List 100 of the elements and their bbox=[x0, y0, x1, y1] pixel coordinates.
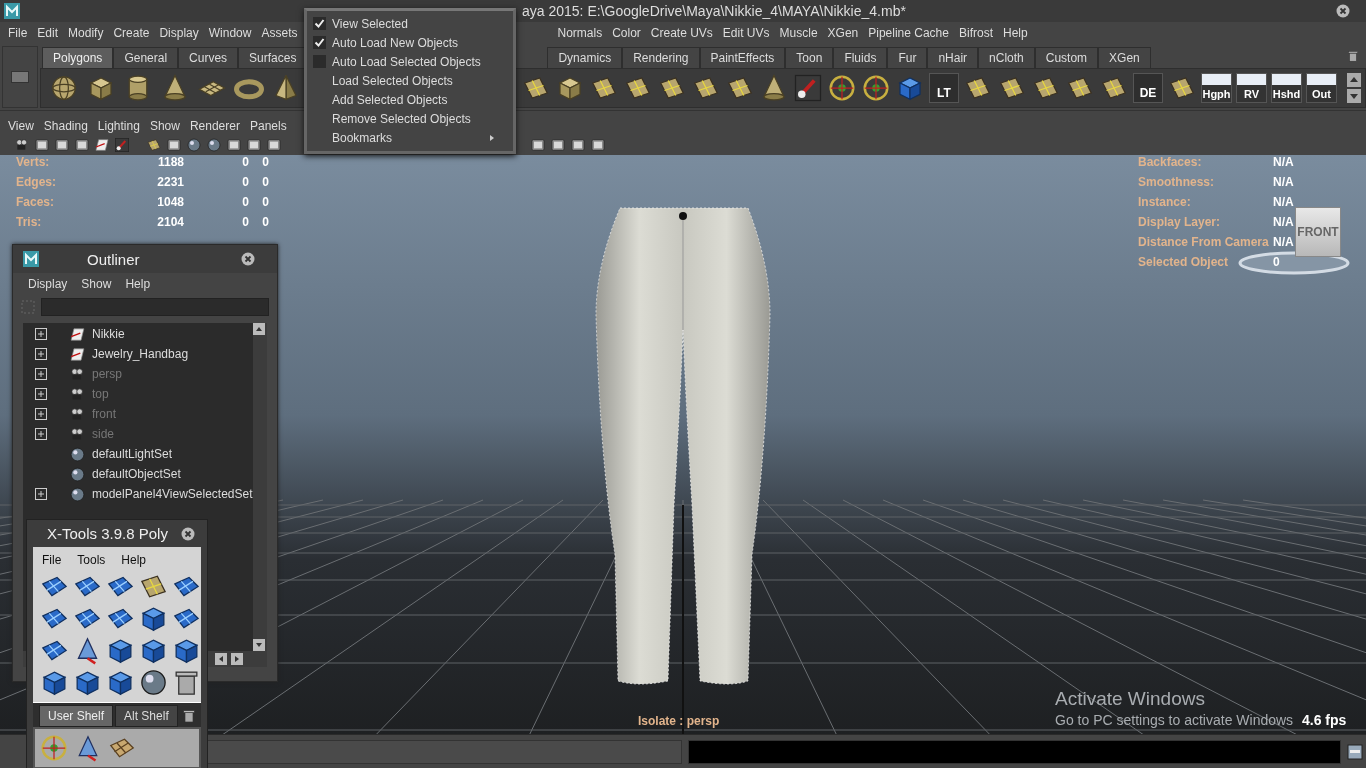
menu-item[interactable]: Tools bbox=[77, 553, 106, 567]
menu-item[interactable]: Help bbox=[121, 553, 147, 567]
menu-item[interactable]: Window bbox=[203, 25, 257, 40]
menu-item[interactable]: File bbox=[42, 553, 62, 567]
shelf-menu-button[interactable] bbox=[2, 45, 38, 108]
expand-icon[interactable] bbox=[35, 428, 47, 440]
menu-item[interactable]: Normals bbox=[552, 25, 608, 40]
shelf-tab[interactable]: General bbox=[113, 46, 179, 68]
menu-item[interactable]: Muscle bbox=[774, 25, 823, 40]
expand-icon[interactable] bbox=[35, 328, 47, 340]
checkbox-checked[interactable] bbox=[313, 36, 326, 49]
menu-item[interactable]: View Selected bbox=[313, 14, 509, 33]
shelf-tab[interactable]: nHair bbox=[927, 46, 979, 68]
scroll-down-icon[interactable] bbox=[1347, 88, 1361, 103]
menu-item[interactable]: Help bbox=[998, 25, 1033, 40]
menu-item[interactable]: Panels bbox=[244, 118, 292, 133]
scroll-down-icon[interactable] bbox=[253, 639, 265, 651]
shelf-tab[interactable]: Curves bbox=[178, 46, 239, 68]
script-editor-icon[interactable] bbox=[1347, 743, 1363, 760]
menu-item[interactable]: Assets bbox=[256, 25, 303, 40]
scroll-up-icon[interactable] bbox=[1347, 72, 1361, 87]
menu-item[interactable]: XGen bbox=[822, 25, 864, 40]
menu-item[interactable]: Display bbox=[154, 25, 204, 40]
menu-item[interactable]: Shading bbox=[38, 118, 93, 133]
view-cube[interactable]: FRONT bbox=[1295, 206, 1341, 257]
outliner-item[interactable]: Jewelry_Handbag bbox=[23, 344, 253, 364]
menu-item[interactable]: Modify bbox=[63, 25, 109, 40]
ball-icon[interactable] bbox=[186, 136, 202, 153]
outliner-item[interactable]: Nikkie bbox=[23, 324, 253, 344]
menu-item[interactable]: Auto Load New Objects bbox=[313, 33, 509, 52]
close-icon[interactable] bbox=[181, 526, 195, 541]
menu-item[interactable]: View bbox=[3, 118, 39, 133]
close-icon[interactable] bbox=[241, 252, 255, 266]
menu-item[interactable]: Help bbox=[118, 277, 158, 291]
menu-item[interactable]: Add Selected Objects bbox=[313, 90, 509, 109]
shelf-tab[interactable]: Dynamics bbox=[547, 46, 623, 68]
menu-item[interactable]: Bifrost bbox=[953, 25, 998, 40]
shelf-button[interactable]: LT bbox=[929, 72, 959, 103]
shelf-tab[interactable]: XGen bbox=[1098, 46, 1151, 68]
menu-item[interactable]: Create UVs bbox=[645, 25, 718, 40]
trash-icon[interactable] bbox=[181, 707, 197, 725]
shelf-tab[interactable]: Rendering bbox=[622, 46, 700, 68]
scroll-up-icon[interactable] bbox=[253, 323, 265, 335]
menu-item[interactable]: Edit bbox=[32, 25, 64, 40]
shelf-tab[interactable]: Fluids bbox=[833, 46, 888, 68]
view-icon[interactable] bbox=[570, 136, 586, 153]
menu-item[interactable]: Auto Load Selected Objects bbox=[313, 52, 509, 71]
shelf-button[interactable]: Out bbox=[1306, 72, 1337, 103]
view-icon[interactable] bbox=[550, 136, 566, 153]
menu-item[interactable]: Bookmarks bbox=[313, 128, 509, 147]
view-icon[interactable] bbox=[166, 136, 182, 153]
view-icon[interactable] bbox=[530, 136, 546, 153]
shelf-tab[interactable]: User Shelf bbox=[39, 705, 114, 727]
menu-item[interactable]: Display bbox=[21, 277, 75, 291]
menu-item[interactable]: Lighting bbox=[92, 118, 145, 133]
shelf-button[interactable]: Hshd bbox=[1271, 72, 1302, 103]
scroll-left-icon[interactable] bbox=[215, 653, 227, 665]
shelf-button[interactable]: Hgph bbox=[1201, 72, 1232, 103]
filter-field[interactable] bbox=[41, 298, 269, 316]
menu-item[interactable]: Pipeline Cache bbox=[863, 25, 954, 40]
view-icon[interactable] bbox=[266, 136, 282, 153]
shelf-tab[interactable]: PaintEffects bbox=[699, 46, 786, 68]
menu-item[interactable]: Show bbox=[74, 277, 119, 291]
shelf-button[interactable]: RV bbox=[1236, 72, 1267, 103]
scroll-right-icon[interactable] bbox=[231, 653, 243, 665]
menu-item[interactable]: Remove Selected Objects bbox=[313, 109, 509, 128]
outliner-item[interactable]: defaultObjectSet bbox=[23, 464, 253, 484]
menu-item[interactable]: File bbox=[3, 25, 33, 40]
camera-icon[interactable] bbox=[14, 136, 30, 153]
view-icon[interactable] bbox=[54, 136, 70, 153]
expand-icon[interactable] bbox=[35, 488, 47, 500]
expand-icon[interactable] bbox=[35, 388, 47, 400]
close-icon[interactable] bbox=[1336, 3, 1350, 18]
ring-icon[interactable] bbox=[39, 733, 69, 763]
checkbox[interactable] bbox=[313, 55, 326, 68]
view-icon[interactable] bbox=[226, 136, 242, 153]
checkbox-checked[interactable] bbox=[313, 17, 326, 30]
parallelogram-icon[interactable] bbox=[94, 136, 110, 153]
brush-icon[interactable] bbox=[114, 136, 130, 153]
ball-icon[interactable] bbox=[138, 667, 169, 698]
brush-icon[interactable] bbox=[793, 72, 823, 103]
view-icon[interactable] bbox=[74, 136, 90, 153]
ball-icon[interactable] bbox=[206, 136, 222, 153]
menu-item[interactable]: Renderer bbox=[184, 118, 245, 133]
menu-item[interactable]: Show bbox=[144, 118, 185, 133]
menu-item[interactable]: Color bbox=[607, 25, 646, 40]
outliner-item[interactable]: modelPanel4ViewSelectedSet bbox=[23, 484, 253, 504]
shelf-button[interactable]: DE bbox=[1133, 72, 1163, 103]
shelf-tab[interactable]: Custom bbox=[1034, 46, 1099, 68]
menu-item[interactable]: Load Selected Objects bbox=[313, 71, 509, 90]
shelf-tab[interactable]: Toon bbox=[785, 46, 834, 68]
outliner-item[interactable]: defaultLightSet bbox=[23, 444, 253, 464]
shelf-tab[interactable]: Fur bbox=[887, 46, 928, 68]
menu-item[interactable]: Edit UVs bbox=[717, 25, 775, 40]
menu-item[interactable]: Create bbox=[108, 25, 155, 40]
view-icon[interactable] bbox=[590, 136, 606, 153]
grid-tile-icon[interactable] bbox=[146, 136, 162, 153]
expand-icon[interactable] bbox=[35, 348, 47, 360]
expand-icon[interactable] bbox=[35, 408, 47, 420]
expand-icon[interactable] bbox=[35, 368, 47, 380]
